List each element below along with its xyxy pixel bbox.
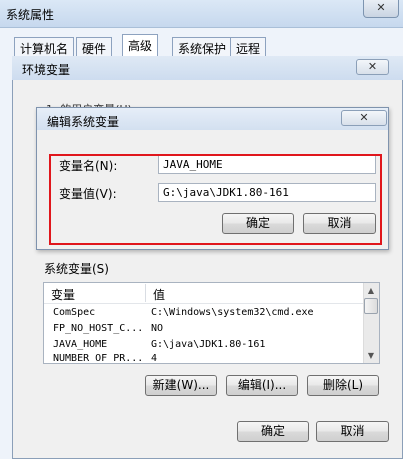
header-divider — [44, 303, 363, 304]
column-separator — [145, 284, 146, 302]
delete-variable-button[interactable]: 删除(L) — [307, 375, 379, 396]
edit-variable-button[interactable]: 编辑(I)... — [226, 375, 298, 396]
scroll-up-arrow-icon[interactable]: ▲ — [364, 284, 378, 297]
table-row-value[interactable]: 4 — [151, 353, 361, 363]
table-row-value[interactable]: C:\Windows\system32\cmd.exe — [151, 307, 361, 322]
scroll-down-arrow-icon[interactable]: ▼ — [364, 349, 378, 362]
column-header-value[interactable]: 值 — [146, 283, 363, 303]
close-icon[interactable]: ✕ — [363, 0, 399, 18]
tab-advanced[interactable]: 高级 — [122, 34, 159, 58]
table-row-name[interactable]: ComSpec — [53, 307, 145, 322]
table-row-value[interactable]: G:\java\JDK1.80-161 — [151, 339, 361, 354]
environment-variables-title: 环境变量 — [22, 63, 71, 77]
red-highlight-box — [49, 154, 382, 245]
tab-system-protection[interactable]: 系统保护 — [172, 37, 233, 57]
system-properties-titlebar — [0, 0, 403, 28]
edit-dialog-title: 编辑系统变量 — [47, 115, 120, 129]
table-row-name[interactable]: NUMBER_OF_PR... — [53, 353, 145, 363]
tab-remote[interactable]: 远程 — [230, 37, 267, 57]
scrollbar-thumb[interactable] — [364, 298, 378, 314]
new-variable-button[interactable]: 新建(W)... — [145, 375, 217, 396]
environment-variables-titlebar — [12, 56, 403, 80]
table-row-value[interactable]: NO — [151, 323, 361, 338]
table-row-name[interactable]: JAVA_HOME — [53, 339, 145, 354]
env-close-icon[interactable]: ✕ — [356, 59, 389, 75]
system-properties-title: 系统属性 — [6, 8, 55, 22]
env-cancel-button[interactable]: 取消 — [316, 421, 389, 442]
edit-close-icon[interactable]: ✕ — [341, 110, 387, 126]
tab-computer-name[interactable]: 计算机名 — [14, 37, 75, 57]
system-variables-label: 系统变量(S) — [44, 262, 109, 276]
column-header-variable[interactable]: 变量 — [44, 283, 145, 303]
table-row-name[interactable]: FP_NO_HOST_C... — [53, 323, 145, 338]
tab-hardware[interactable]: 硬件 — [76, 37, 113, 57]
env-ok-button[interactable]: 确定 — [237, 421, 309, 442]
